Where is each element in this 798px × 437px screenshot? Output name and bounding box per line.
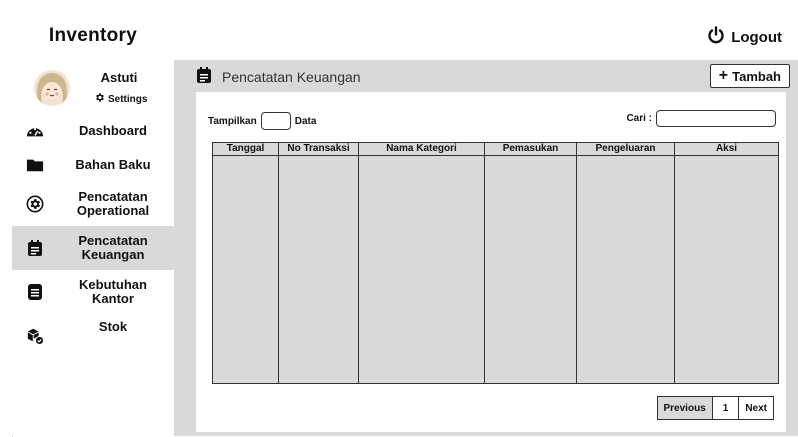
sidebar-item-dashboard[interactable]: Dashboard	[12, 114, 174, 148]
user-name: Astuti	[100, 70, 138, 85]
app-title: Inventory	[48, 25, 138, 46]
logout-button[interactable]: Logout	[707, 26, 782, 48]
table-body-empty	[212, 155, 779, 384]
data-table: Tanggal No Transaksi Nama Kategori Pemas…	[212, 142, 779, 384]
avatar[interactable]	[34, 70, 70, 106]
page-title: Pencatatan Keuangan	[222, 68, 361, 85]
column-header-pengeluaran[interactable]: Pengeluaran	[576, 142, 675, 156]
table-cell	[576, 155, 675, 384]
table-cell	[212, 155, 279, 384]
document-icon	[26, 283, 44, 301]
sidebar-item-pencatatan-operational[interactable]: Pencatatan Operational	[12, 182, 174, 226]
clipboard-icon	[26, 239, 44, 257]
sidebar-item-label: Stok	[98, 319, 128, 334]
page-length-input[interactable]	[260, 112, 291, 130]
table-header-row: Tanggal No Transaksi Nama Kategori Pemas…	[212, 142, 779, 156]
table-cell	[484, 155, 577, 384]
column-header-nama-kategori[interactable]: Nama Kategori	[358, 142, 485, 156]
top-bar: Logout	[174, 12, 798, 60]
show-label: Tampilkan	[208, 115, 257, 127]
data-label: Data	[294, 115, 317, 127]
sidebar-item-pencatatan-keuangan[interactable]: Pencatatan Keuangan	[12, 226, 174, 270]
search-input[interactable]	[656, 110, 776, 127]
logout-label: Logout	[731, 28, 782, 46]
table-cell	[278, 155, 359, 384]
clipboard-icon	[196, 66, 212, 87]
table-cell	[674, 155, 779, 384]
sidebar-item-label: Kebutuhan Kantor	[79, 277, 147, 306]
settings-link[interactable]: Settings	[94, 92, 147, 106]
power-icon	[707, 26, 725, 48]
next-button[interactable]: Next	[739, 397, 773, 419]
column-header-tanggal[interactable]: Tanggal	[212, 142, 279, 156]
table-cell	[358, 155, 485, 384]
page-1-button[interactable]: 1	[713, 397, 740, 419]
sidebar-item-bahan-baku[interactable]: Bahan Baku	[12, 148, 174, 182]
gear-icon	[94, 92, 105, 106]
settings-label: Settings	[108, 93, 148, 105]
search-label: Cari :	[626, 113, 652, 124]
column-header-no-transaksi[interactable]: No Transaksi	[278, 142, 359, 156]
sidebar: Inventory Astuti Settings Dashboard Baha…	[12, 12, 174, 436]
plus-icon: +	[718, 67, 729, 84]
search-control: Cari :	[626, 110, 776, 127]
table-card: Tampilkan Data Cari : Tanggal No Transak…	[196, 92, 786, 432]
sidebar-item-label: Bahan Baku	[75, 157, 151, 172]
pagination: Previous 1 Next	[656, 396, 774, 420]
folder-icon	[26, 156, 44, 174]
gauge-icon	[26, 122, 44, 140]
column-header-pemasukan[interactable]: Pemasukan	[484, 142, 577, 156]
previous-button[interactable]: Previous	[657, 397, 713, 419]
sidebar-item-kebutuhan-kantor[interactable]: Kebutuhan Kantor	[12, 270, 174, 314]
main-content: Pencatatan Keuangan + Tambah Tampilkan D…	[174, 60, 798, 436]
add-button-label: Tambah	[732, 68, 781, 84]
add-button[interactable]: + Tambah	[709, 64, 790, 88]
sidebar-menu: Dashboard Bahan Baku Pencatatan Operatio…	[12, 114, 174, 358]
sidebar-item-label: Pencatatan Keuangan	[78, 233, 148, 262]
user-profile: Astuti Settings	[12, 60, 174, 122]
sidebar-item-label: Pencatatan Operational	[76, 189, 150, 218]
boxes-icon	[26, 327, 44, 345]
gear-icon	[26, 195, 44, 213]
page-header: Pencatatan Keuangan	[196, 66, 361, 87]
column-header-aksi[interactable]: Aksi	[674, 142, 779, 156]
sidebar-item-label: Dashboard	[79, 123, 147, 138]
page-length-control: Tampilkan Data	[208, 112, 316, 130]
sidebar-item-stok[interactable]: Stok	[12, 314, 174, 358]
